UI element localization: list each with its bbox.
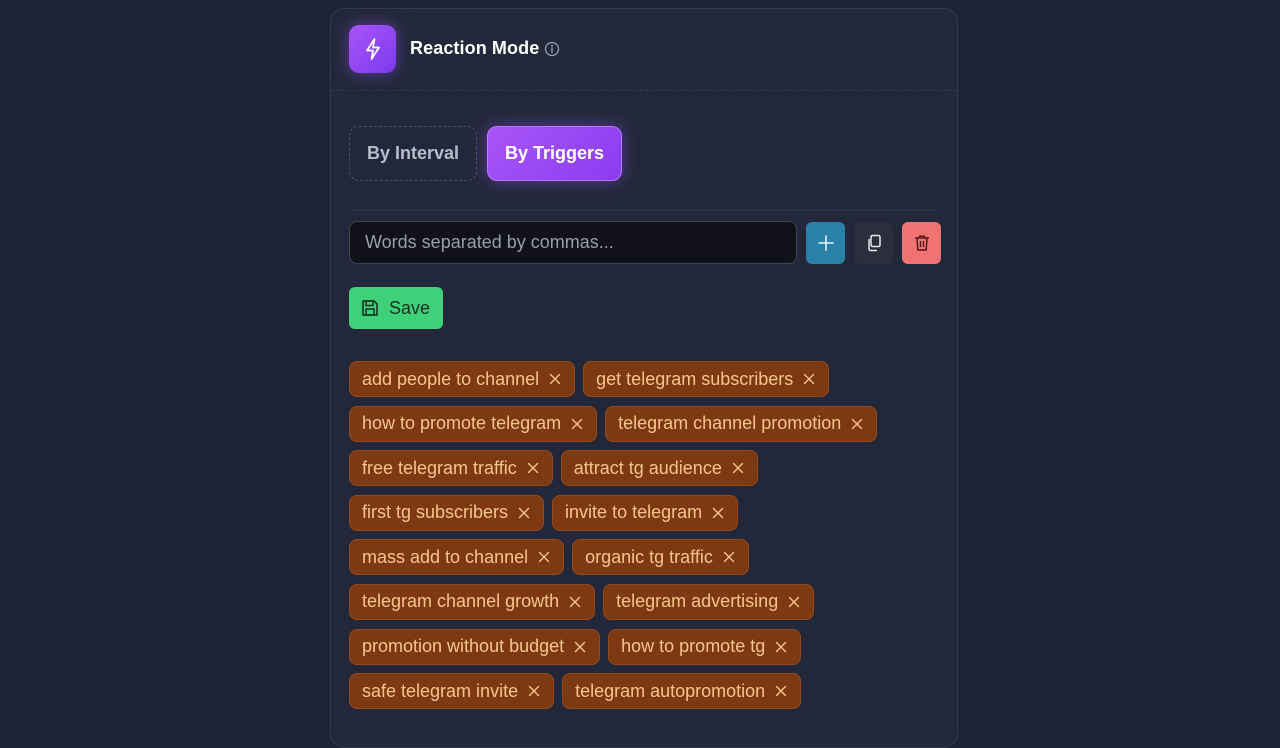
remove-tag-icon[interactable] <box>573 640 587 654</box>
trigger-tag: add people to channel <box>349 361 576 397</box>
remove-tag-icon[interactable] <box>802 372 816 386</box>
remove-tag-icon[interactable] <box>787 595 801 609</box>
copy-icon <box>867 234 881 251</box>
trigger-tag: telegram channel promotion <box>605 405 878 442</box>
trigger-tag: invite to telegram <box>552 494 739 531</box>
by-interval-button[interactable]: By Interval <box>349 126 477 181</box>
page-title: Reaction Mode <box>410 38 540 58</box>
remove-tag-icon[interactable] <box>568 595 582 609</box>
mode-selector: By Interval By Triggers <box>349 126 622 181</box>
trigger-tag: how to promote tg <box>608 628 802 665</box>
save-button[interactable]: Save <box>349 287 443 329</box>
section-divider <box>349 210 939 211</box>
trigger-input-row <box>349 221 941 264</box>
trigger-tag: telegram channel growth <box>349 583 596 620</box>
trigger-tag: mass add to channel <box>349 539 565 576</box>
remove-tag-icon[interactable] <box>526 461 540 475</box>
trigger-tag-label: mass add to channel <box>362 546 529 567</box>
tag-row: first tg subscribers invite to telegram <box>349 494 939 531</box>
plus-icon <box>817 234 834 251</box>
trigger-tags-list: add people to channel get telegram subscr… <box>349 361 939 718</box>
trigger-tag-label: telegram autopromotion <box>575 680 766 701</box>
floppy-disk-icon <box>362 300 378 316</box>
trigger-tag-label: invite to telegram <box>565 502 703 523</box>
trigger-tag-label: telegram advertising <box>616 591 779 612</box>
tag-row: telegram channel growth telegram advertis… <box>349 583 939 620</box>
trigger-tag-label: promotion without budget <box>362 636 565 657</box>
trigger-words-input[interactable] <box>349 221 797 264</box>
remove-tag-icon[interactable] <box>722 550 736 564</box>
trigger-tag-label: get telegram subscribers <box>596 368 794 389</box>
trigger-tag: free telegram traffic <box>349 450 553 487</box>
remove-tag-icon[interactable] <box>548 372 562 386</box>
tag-row: promotion without budget how to promote t… <box>349 628 939 665</box>
save-label: Save <box>389 297 431 318</box>
tag-row: how to promote telegram telegram channel … <box>349 405 939 442</box>
trigger-tag-label: add people to channel <box>362 368 540 389</box>
trigger-tag-label: safe telegram invite <box>362 680 519 701</box>
trigger-tag: get telegram subscribers <box>583 361 830 397</box>
remove-tag-icon[interactable] <box>711 506 725 520</box>
add-button[interactable] <box>806 221 845 264</box>
trigger-tag-label: how to promote tg <box>621 636 766 657</box>
trash-icon <box>914 234 929 251</box>
trigger-tag: promotion without budget <box>349 628 601 665</box>
tag-row: free telegram traffic attract tg audience <box>349 450 939 487</box>
trigger-tag: how to promote telegram <box>349 405 598 442</box>
trigger-tag-label: organic tg traffic <box>585 546 713 567</box>
trigger-tag-label: first tg subscribers <box>362 502 509 523</box>
panel-header: Reaction Mode <box>331 9 957 91</box>
trigger-tag-label: how to promote telegram <box>362 413 562 434</box>
trigger-tag: organic tg traffic <box>572 539 749 576</box>
remove-tag-icon[interactable] <box>774 684 788 698</box>
trigger-tag: telegram autopromotion <box>562 673 802 710</box>
tag-row: safe telegram invite telegram autopromoti… <box>349 673 939 710</box>
remove-tag-icon[interactable] <box>774 640 788 654</box>
remove-tag-icon[interactable] <box>537 550 551 564</box>
trigger-tag-label: attract tg audience <box>573 457 722 478</box>
tag-row: mass add to channel organic tg traffic <box>349 539 939 576</box>
remove-tag-icon[interactable] <box>850 417 864 431</box>
by-triggers-button[interactable]: By Triggers <box>487 126 622 181</box>
info-icon[interactable] <box>544 41 560 57</box>
remove-tag-icon[interactable] <box>570 417 584 431</box>
trigger-tag: telegram advertising <box>603 583 815 620</box>
copy-button[interactable] <box>854 221 893 264</box>
trigger-tag-label: telegram channel promotion <box>618 413 842 434</box>
remove-tag-icon[interactable] <box>731 461 745 475</box>
trigger-tag-label: free telegram traffic <box>362 457 517 478</box>
lightning-icon <box>349 25 396 73</box>
reaction-mode-panel: Reaction Mode By Interval By Triggers Wo… <box>330 8 958 748</box>
tag-row: add people to channel get telegram subscr… <box>349 361 939 397</box>
trigger-tag-label: telegram channel growth <box>362 591 560 612</box>
trigger-tag: safe telegram invite <box>349 673 555 710</box>
trigger-tag: attract tg audience <box>560 450 758 487</box>
trigger-tag: first tg subscribers <box>349 494 545 531</box>
delete-button[interactable] <box>902 221 941 264</box>
remove-tag-icon[interactable] <box>517 506 531 520</box>
remove-tag-icon[interactable] <box>527 684 541 698</box>
